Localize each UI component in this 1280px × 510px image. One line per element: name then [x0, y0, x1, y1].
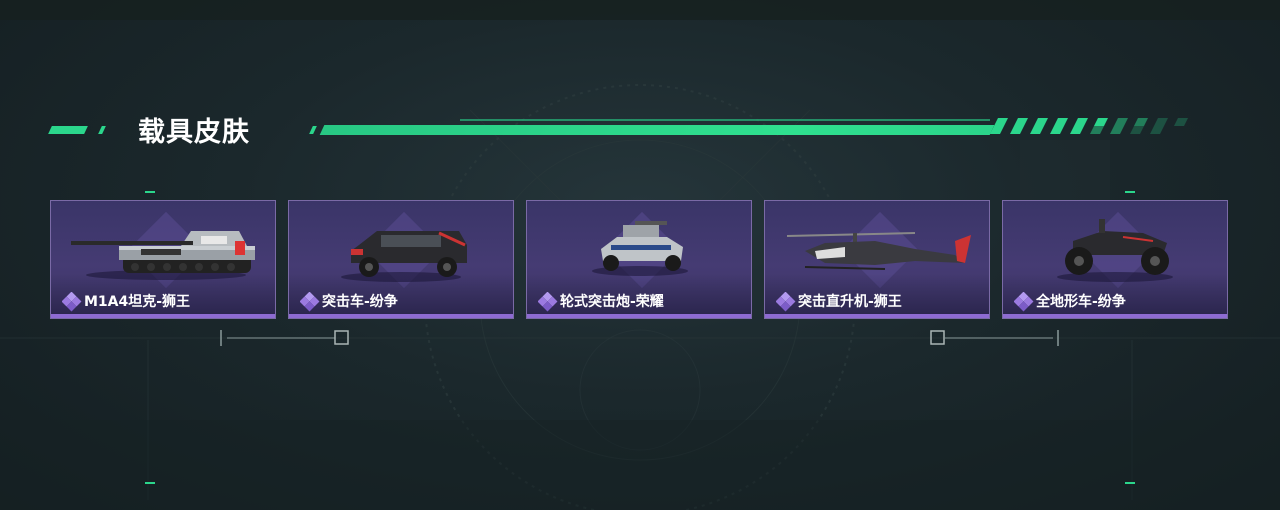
- skin-card-assault-vehicle[interactable]: 突击车-纷争: [288, 200, 514, 319]
- card-underline: [527, 314, 751, 318]
- header-progress-bar: [319, 125, 995, 135]
- card-underline: [765, 314, 989, 318]
- corner-tick: [1125, 482, 1135, 484]
- card-underline: [51, 314, 275, 318]
- rarity-icon: [62, 292, 82, 312]
- skin-card-wheeled-assault-gun[interactable]: 轮式突击炮-荣耀: [526, 200, 752, 319]
- skin-name: M1A4坦克-狮王: [84, 294, 191, 310]
- corner-tick: [1125, 191, 1135, 193]
- skin-name: 全地形车-纷争: [1036, 294, 1126, 310]
- header-accent-dash: [309, 126, 317, 134]
- corner-tick: [145, 191, 155, 193]
- skin-card-all-terrain-vehicle[interactable]: 全地形车-纷争: [1002, 200, 1228, 319]
- corner-tick: [145, 482, 155, 484]
- header-thin-line: [460, 119, 990, 121]
- header-accent-dash: [98, 126, 106, 134]
- rarity-icon: [1014, 292, 1034, 312]
- skin-card-m1a4-tank[interactable]: M1A4坦克-狮王: [50, 200, 276, 319]
- card-underline: [289, 314, 513, 318]
- skin-name: 轮式突击炮-荣耀: [560, 294, 664, 310]
- rarity-icon: [776, 292, 796, 312]
- section-title: 载具皮肤: [138, 117, 250, 148]
- header-checker-pattern: [990, 118, 1188, 134]
- rarity-icon: [300, 292, 320, 312]
- rarity-icon: [538, 292, 558, 312]
- header-accent-dash: [48, 126, 88, 134]
- skin-name: 突击车-纷争: [322, 294, 398, 310]
- top-band: [0, 0, 1280, 20]
- skin-name: 突击直升机-狮王: [798, 294, 902, 310]
- connector-right: [930, 330, 1059, 346]
- card-underline: [1003, 314, 1227, 318]
- skin-card-assault-helicopter[interactable]: 突击直升机-狮王: [764, 200, 990, 319]
- connector-left: [220, 330, 349, 346]
